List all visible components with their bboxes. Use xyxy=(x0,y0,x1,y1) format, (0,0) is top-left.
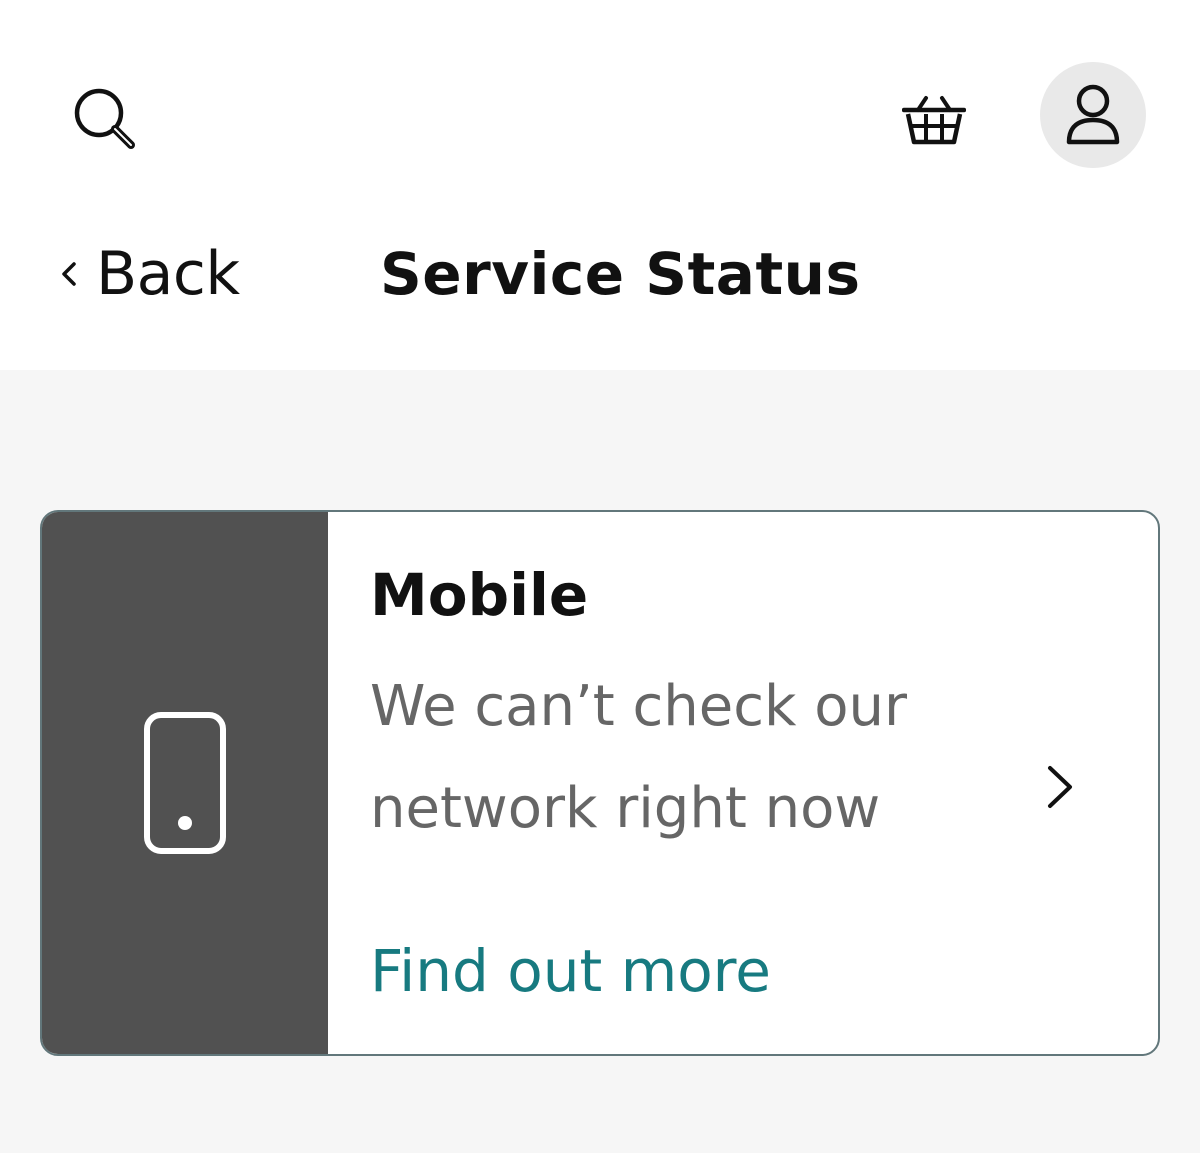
find-out-more-link[interactable]: Find out more xyxy=(370,936,771,1006)
mobile-phone-icon xyxy=(144,712,226,854)
chevron-left-icon xyxy=(62,262,76,286)
search-icon xyxy=(74,88,135,149)
page-title: Service Status xyxy=(380,240,861,308)
search-button[interactable] xyxy=(60,74,152,166)
card-icon-panel xyxy=(42,512,328,1054)
basket-icon xyxy=(902,96,966,145)
mobile-status-card[interactable]: Mobile We can’t check our network right … xyxy=(40,510,1160,1056)
account-button[interactable] xyxy=(1040,62,1146,168)
card-title: Mobile xyxy=(370,561,589,629)
account-icon xyxy=(1066,84,1120,145)
back-button[interactable]: Back xyxy=(56,234,240,314)
basket-button[interactable] xyxy=(888,74,980,166)
card-message: We can’t check our network right now xyxy=(370,674,908,841)
top-bar xyxy=(0,0,1200,200)
chevron-right-icon xyxy=(1048,766,1072,808)
back-label: Back xyxy=(96,239,240,309)
